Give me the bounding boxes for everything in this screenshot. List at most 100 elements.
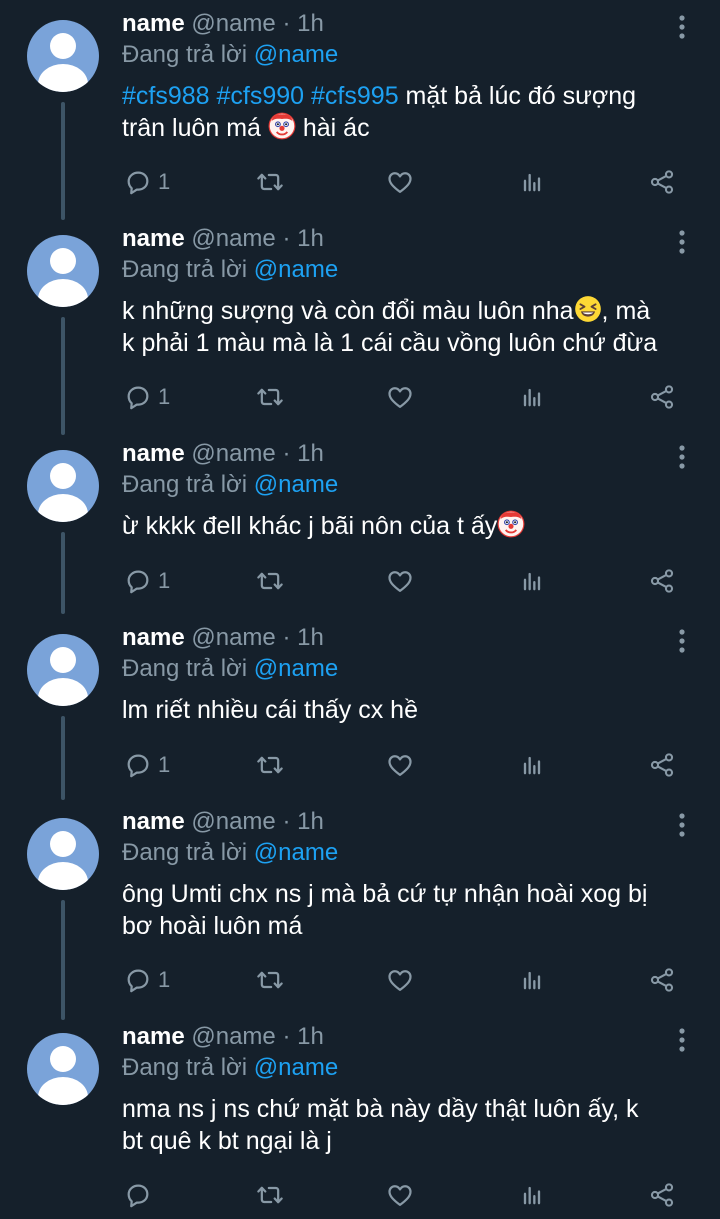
share-button[interactable] [648,566,676,596]
action-bar [0,1180,720,1210]
analytics-button[interactable] [518,566,546,596]
replying-to: Đang trả lời @name [122,839,338,867]
more-vertical-icon[interactable] [672,442,692,472]
tweet-text: #cfs988 #cfs990 #cfs995 mặt bả lúc đó sư… [122,80,702,144]
avatar[interactable] [27,20,99,92]
share-icon [648,966,676,994]
analytics-button[interactable] [518,382,546,412]
tweet-text: ông Umti chx ns j mà bả cứ tự nhận hoài … [122,878,702,942]
action-bar: 1 [0,750,720,780]
reply-icon [124,1181,152,1209]
retweet-button[interactable] [256,382,284,412]
tweet-header: name @name · 1h [122,808,324,836]
handle[interactable]: @name [191,10,275,37]
like-button[interactable] [386,382,414,412]
more-vertical-icon[interactable] [672,626,692,656]
mention-link[interactable]: @name [254,655,338,682]
analytics-button[interactable] [518,965,546,995]
display-name[interactable]: name [122,10,185,37]
retweet-button[interactable] [256,965,284,995]
replying-to: Đang trả lời @name [122,471,338,499]
mention-link[interactable]: @name [254,1054,338,1081]
separator-dot: · [282,10,291,37]
more-vertical-icon[interactable] [672,12,692,42]
avatar[interactable] [27,818,99,890]
share-button[interactable] [648,750,676,780]
heart-icon [386,168,414,196]
hashtag-link[interactable]: #cfs988 [122,82,210,110]
reply-icon [124,567,152,595]
retweet-button[interactable] [256,566,284,596]
mention-link[interactable]: @name [254,839,338,866]
thread-line [61,102,65,220]
action-bar: 1 [0,382,720,412]
handle[interactable]: @name [191,1023,275,1050]
like-button[interactable] [386,167,414,197]
mention-link[interactable]: @name [254,41,338,68]
display-name[interactable]: name [122,440,185,467]
timestamp: 1h [297,225,324,252]
replying-prefix: Đang trả lời [122,256,248,283]
handle[interactable]: @name [191,808,275,835]
retweet-icon [256,1181,284,1209]
reply-button[interactable]: 1 [124,382,170,412]
more-vertical-icon[interactable] [672,810,692,840]
retweet-button[interactable] [256,1180,284,1210]
more-vertical-icon[interactable] [672,1025,692,1055]
text-segment: lm riết nhiều cái thấy cx hề [122,696,418,724]
reply-count: 1 [158,752,171,777]
tweet-header: name @name · 1h [122,624,324,652]
text-segment: nma ns j ns chứ mặt bà này dầy thật luôn… [122,1095,639,1123]
separator-dot: · [282,1023,291,1050]
more-vertical-icon[interactable] [672,227,692,257]
retweet-button[interactable] [256,750,284,780]
handle[interactable]: @name [191,225,275,252]
hashtag-link[interactable]: #cfs995 [311,82,399,110]
display-name[interactable]: name [122,808,185,835]
avatar[interactable] [27,450,99,522]
retweet-icon [256,966,284,994]
analytics-icon [518,168,546,196]
tweet-header: name @name · 1h [122,1023,324,1051]
share-button[interactable] [648,167,676,197]
handle[interactable]: @name [191,624,275,651]
text-segment: ông Umti chx ns j mà bả cứ tự nhận hoài … [122,880,648,908]
reply-icon [124,751,152,779]
reply-count: 1 [158,967,171,992]
reply-button[interactable]: 1 [124,965,170,995]
analytics-button[interactable] [518,1180,546,1210]
avatar[interactable] [27,1033,99,1105]
mention-link[interactable]: @name [254,256,338,283]
display-name[interactable]: name [122,225,185,252]
reply-button[interactable] [124,1180,158,1210]
share-button[interactable] [648,382,676,412]
handle[interactable]: @name [191,440,275,467]
share-button[interactable] [648,1180,676,1210]
separator-dot: · [282,624,291,651]
timestamp: 1h [297,1023,324,1050]
like-button[interactable] [386,1180,414,1210]
reply-icon [124,168,152,196]
hashtag-link[interactable]: #cfs990 [217,82,305,110]
replying-prefix: Đang trả lời [122,1054,248,1081]
tweet-text: nma ns j ns chứ mặt bà này dầy thật luôn… [122,1093,702,1157]
avatar[interactable] [27,634,99,706]
mention-link[interactable]: @name [254,471,338,498]
analytics-icon [518,1181,546,1209]
thread-line [61,317,65,435]
analytics-button[interactable] [518,167,546,197]
like-button[interactable] [386,750,414,780]
retweet-icon [256,567,284,595]
reply-button[interactable]: 1 [124,566,170,596]
avatar[interactable] [27,235,99,307]
replying-to: Đang trả lời @name [122,655,338,683]
like-button[interactable] [386,566,414,596]
like-button[interactable] [386,965,414,995]
analytics-button[interactable] [518,750,546,780]
retweet-button[interactable] [256,167,284,197]
reply-button[interactable]: 1 [124,750,170,780]
reply-button[interactable]: 1 [124,167,170,197]
display-name[interactable]: name [122,624,185,651]
share-button[interactable] [648,965,676,995]
display-name[interactable]: name [122,1023,185,1050]
